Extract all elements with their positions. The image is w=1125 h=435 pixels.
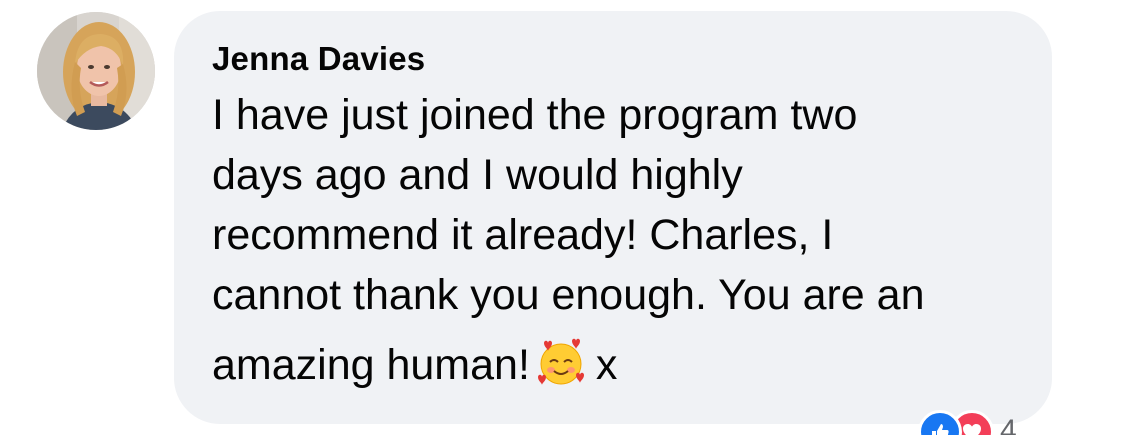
- reaction-summary[interactable]: 4: [918, 410, 1017, 435]
- avatar[interactable]: [37, 12, 155, 130]
- comment-line: I have just joined the program two: [212, 91, 858, 139]
- reaction-count: 4: [1000, 414, 1017, 435]
- comment-line: amazing human!: [212, 341, 530, 389]
- comment-line-last: amazing human! x: [212, 335, 1032, 403]
- like-icon: [918, 410, 962, 435]
- comment-text: I have just joined the program two days …: [212, 85, 1032, 403]
- smiling-face-with-hearts-icon: [536, 337, 586, 403]
- comment-trailing-text: x: [595, 341, 618, 389]
- comment-line: days ago and I would highly: [212, 151, 743, 199]
- comment-line: recommend it already! Charles, I: [212, 211, 834, 259]
- comment-bubble: Jenna Davies I have just joined the prog…: [174, 11, 1052, 424]
- comment-author[interactable]: Jenna Davies: [212, 39, 1012, 79]
- comment: Jenna Davies I have just joined the prog…: [0, 0, 1125, 435]
- comment-line: cannot thank you enough. You are an: [212, 271, 925, 319]
